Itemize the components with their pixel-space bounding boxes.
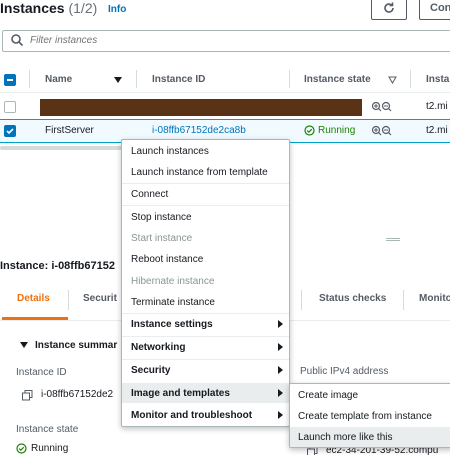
zoom-in-icon[interactable]	[371, 101, 382, 112]
instance-type-cell: t2.mi	[426, 101, 448, 112]
menu-item-label: Networking	[131, 341, 186, 353]
menu-item-terminate-instance[interactable]: Terminate instance	[122, 292, 289, 312]
page-title-text: Instances	[0, 0, 65, 16]
column-separator	[29, 70, 30, 88]
instance-state-cell: Running	[318, 125, 356, 136]
instance-name-cell: FirstServer	[45, 125, 94, 136]
menu-item-label: Security	[131, 364, 171, 376]
drag-handle-icon[interactable]	[386, 238, 400, 241]
instance-state-label: Instance state	[16, 424, 79, 435]
instance-id-value: i-08ffb67152de2	[41, 389, 114, 400]
instance-count: (1/2)	[68, 0, 98, 16]
refresh-icon	[384, 2, 394, 13]
select-all-checkbox[interactable]	[4, 74, 16, 86]
tab-status-checks[interactable]: Status checks	[319, 293, 386, 304]
filter-icon[interactable]	[388, 76, 397, 84]
redacted-row-content	[40, 99, 362, 116]
refresh-button[interactable]	[371, 0, 407, 20]
header-divider	[0, 92, 450, 93]
chevron-right-icon	[278, 343, 283, 351]
menu-item-label: Image and templates	[131, 387, 230, 399]
image-templates-submenu: Create image Create template from instan…	[289, 383, 450, 448]
tab-monitoring[interactable]: Monito	[419, 293, 450, 304]
instance-type-cell: t2.mi	[426, 125, 448, 136]
sort-down-icon[interactable]	[113, 76, 123, 84]
info-link[interactable]: Info	[108, 4, 126, 15]
menu-item-label: Monitor and troubleshoot	[131, 409, 253, 421]
zoom-in-icon[interactable]	[371, 125, 382, 136]
tab-security[interactable]: Securit	[83, 293, 117, 304]
status-running-icon	[16, 443, 27, 454]
search-input[interactable]	[30, 35, 330, 46]
zoom-controls[interactable]	[371, 101, 393, 116]
menu-item-stop-instance[interactable]: Stop instance	[122, 207, 289, 227]
column-header-instance-state[interactable]: Instance state	[304, 74, 371, 85]
section-title[interactable]: Instance summar	[35, 340, 117, 351]
chevron-right-icon	[278, 389, 283, 397]
chevron-right-icon	[278, 366, 283, 374]
menu-item-reboot-instance[interactable]: Reboot instance	[122, 249, 289, 269]
menu-item-image-and-templates[interactable]: Image and templates	[122, 383, 289, 403]
menu-item-instance-settings[interactable]: Instance settings	[122, 314, 289, 334]
public-ipv4-label: Public IPv4 address	[300, 366, 389, 377]
menu-item-networking[interactable]: Networking	[122, 337, 289, 357]
instance-context-menu: Launch instances Launch instance from te…	[121, 139, 290, 427]
submenu-item-launch-more-like-this[interactable]: Launch more like this	[290, 427, 450, 447]
column-separator	[289, 70, 290, 88]
column-separator	[410, 70, 411, 88]
column-header-instance-type[interactable]: Insta	[426, 74, 449, 85]
details-title: Instance: i-08ffb67152	[0, 260, 115, 272]
caret-down-icon[interactable]	[20, 342, 28, 349]
menu-item-hibernate-instance: Hibernate instance	[131, 275, 215, 287]
tab-separator	[301, 290, 302, 310]
column-header-instance-id[interactable]: Instance ID	[152, 74, 205, 85]
zoom-out-icon[interactable]	[381, 125, 392, 136]
submenu-item-create-template[interactable]: Create template from instance	[290, 406, 450, 426]
zoom-out-icon[interactable]	[381, 101, 392, 112]
instance-state-value: Running	[31, 443, 69, 454]
menu-item-connect[interactable]: Connect	[122, 184, 289, 204]
submenu-item-create-image[interactable]: Create image	[290, 385, 450, 405]
tab-separator	[68, 290, 69, 310]
status-running-icon	[304, 125, 315, 136]
menu-item-monitor-and-troubleshoot[interactable]: Monitor and troubleshoot	[122, 405, 289, 425]
menu-item-security[interactable]: Security	[122, 360, 289, 380]
instance-id-label: Instance ID	[16, 367, 67, 378]
menu-item-label: Instance settings	[131, 318, 213, 330]
search-icon	[11, 34, 24, 47]
copy-icon[interactable]	[22, 390, 33, 401]
page-title: Instances (1/2)	[0, 0, 97, 16]
row-checkbox[interactable]	[4, 101, 16, 113]
tab-details[interactable]: Details	[17, 293, 50, 304]
connect-button[interactable]: Con	[419, 0, 450, 20]
instance-id-link[interactable]: i-08ffb67152de2ca8b	[152, 125, 246, 136]
menu-item-launch-instances[interactable]: Launch instances	[122, 141, 289, 161]
menu-separator	[122, 205, 289, 206]
tab-separator	[403, 290, 404, 310]
menu-item-launch-from-template[interactable]: Launch instance from template	[122, 162, 289, 182]
row-checkbox-checked[interactable]	[4, 125, 16, 137]
column-header-name[interactable]: Name	[45, 74, 72, 85]
chevron-right-icon	[278, 411, 283, 419]
chevron-right-icon	[278, 320, 283, 328]
column-separator	[136, 70, 137, 88]
zoom-controls[interactable]	[371, 125, 393, 140]
check-icon	[6, 128, 14, 135]
menu-item-start-instance: Start instance	[131, 232, 193, 244]
